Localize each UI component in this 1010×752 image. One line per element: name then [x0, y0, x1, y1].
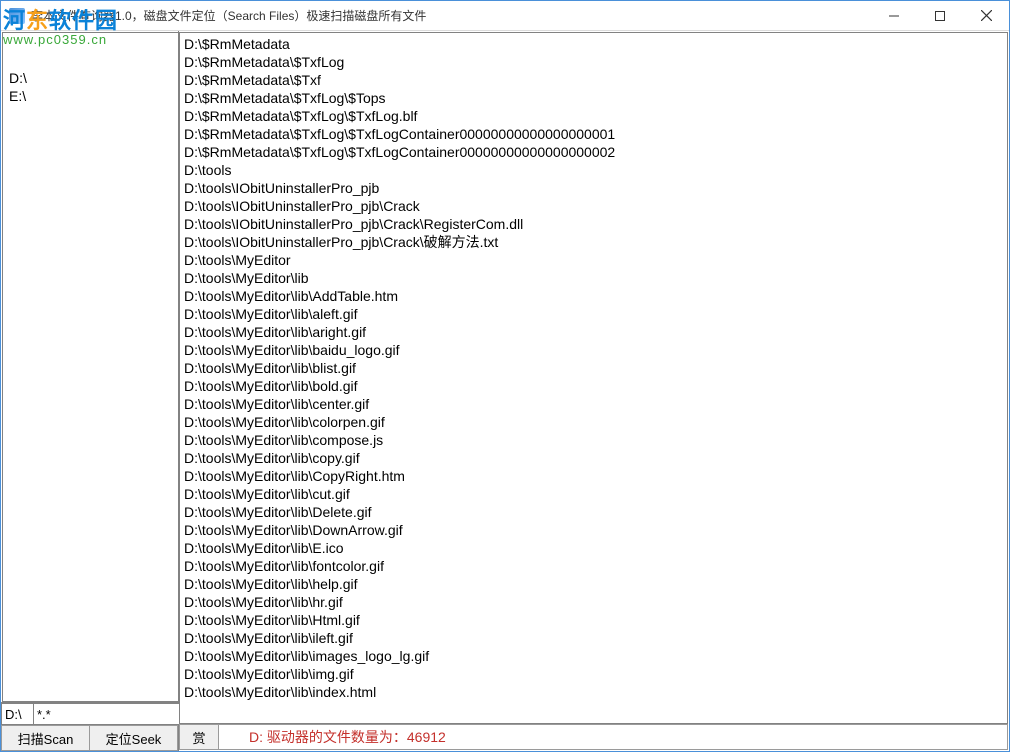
file-item[interactable]: D:\tools\IObitUninstallerPro_pjb\Crack\破…	[184, 233, 1003, 251]
file-item[interactable]: D:\$RmMetadata\$Txf	[184, 71, 1003, 89]
file-item[interactable]: D:\tools\MyEditor\lib\center.gif	[184, 395, 1003, 413]
minimize-button[interactable]	[871, 1, 917, 30]
titlebar: 李本文件查询器1.0，磁盘文件定位（Search Files）极速扫描磁盘所有文…	[1, 1, 1009, 31]
file-item[interactable]: D:\tools\IObitUninstallerPro_pjb\Crack	[184, 197, 1003, 215]
file-item[interactable]: D:\tools\MyEditor\lib\bold.gif	[184, 377, 1003, 395]
seek-button[interactable]: 定位Seek	[89, 725, 178, 751]
path-pattern-row	[1, 702, 178, 725]
file-item[interactable]: D:\$RmMetadata\$TxfLog\$Tops	[184, 89, 1003, 107]
file-list[interactable]: D:\$RmMetadataD:\$RmMetadata\$TxfLogD:\$…	[179, 32, 1008, 724]
bottom-bar: 赏 D: 驱动器的文件数量为：46912	[179, 724, 1008, 750]
window-title: 李本文件查询器1.0，磁盘文件定位（Search Files）极速扫描磁盘所有文…	[31, 7, 871, 24]
file-item[interactable]: D:\tools\MyEditor\lib\img.gif	[184, 665, 1003, 683]
left-panel: D:\E:\ 扫描Scan 定位Seek	[1, 31, 179, 751]
file-item[interactable]: D:\tools\MyEditor\lib\cut.gif	[184, 485, 1003, 503]
file-item[interactable]: D:\tools\MyEditor\lib\fontcolor.gif	[184, 557, 1003, 575]
file-item[interactable]: D:\tools\MyEditor\lib\hr.gif	[184, 593, 1003, 611]
right-panel: D:\$RmMetadataD:\$RmMetadata\$TxfLogD:\$…	[179, 31, 1009, 751]
file-item[interactable]: D:\tools\IObitUninstallerPro_pjb\Crack\R…	[184, 215, 1003, 233]
file-item[interactable]: D:\tools\MyEditor\lib\colorpen.gif	[184, 413, 1003, 431]
main-body: D:\E:\ 扫描Scan 定位Seek D:\$RmMetadataD:\$R…	[1, 31, 1009, 751]
file-item[interactable]: D:\tools\MyEditor\lib	[184, 269, 1003, 287]
file-item[interactable]: D:\tools\MyEditor\lib\images_logo_lg.gif	[184, 647, 1003, 665]
file-item[interactable]: D:\tools\MyEditor\lib\AddTable.htm	[184, 287, 1003, 305]
drive-item[interactable]: E:\	[7, 87, 174, 105]
file-item[interactable]: D:\tools\MyEditor\lib\copy.gif	[184, 449, 1003, 467]
file-item[interactable]: D:\$RmMetadata\$TxfLog\$TxfLogContainer0…	[184, 125, 1003, 143]
window-controls	[871, 1, 1009, 30]
file-item[interactable]: D:\tools\MyEditor\lib\Delete.gif	[184, 503, 1003, 521]
file-item[interactable]: D:\$RmMetadata	[184, 35, 1003, 53]
close-icon	[981, 10, 992, 21]
file-item[interactable]: D:\tools\MyEditor\lib\baidu_logo.gif	[184, 341, 1003, 359]
path-input[interactable]	[1, 703, 33, 725]
maximize-button[interactable]	[917, 1, 963, 30]
left-buttons: 扫描Scan 定位Seek	[1, 725, 178, 751]
file-item[interactable]: D:\$RmMetadata\$TxfLog	[184, 53, 1003, 71]
file-item[interactable]: D:\tools	[184, 161, 1003, 179]
minimize-icon	[889, 11, 899, 21]
file-item[interactable]: D:\tools\MyEditor\lib\index.html	[184, 683, 1003, 701]
file-item[interactable]: D:\tools\MyEditor\lib\DownArrow.gif	[184, 521, 1003, 539]
status-bar: D: 驱动器的文件数量为：46912	[219, 724, 1008, 750]
file-item[interactable]: D:\tools\MyEditor\lib\E.ico	[184, 539, 1003, 557]
file-item[interactable]: D:\tools\MyEditor\lib\blist.gif	[184, 359, 1003, 377]
close-button[interactable]	[963, 1, 1009, 30]
file-item[interactable]: D:\tools\IObitUninstallerPro_pjb	[184, 179, 1003, 197]
file-item[interactable]: D:\tools\MyEditor\lib\compose.js	[184, 431, 1003, 449]
app-window: 李本文件查询器1.0，磁盘文件定位（Search Files）极速扫描磁盘所有文…	[0, 0, 1010, 752]
file-item[interactable]: D:\$RmMetadata\$TxfLog\$TxfLogContainer0…	[184, 143, 1003, 161]
file-item[interactable]: D:\tools\MyEditor\lib\ileft.gif	[184, 629, 1003, 647]
drive-list[interactable]: D:\E:\	[2, 32, 178, 702]
reward-button[interactable]: 赏	[179, 724, 219, 750]
maximize-icon	[935, 11, 945, 21]
scan-button[interactable]: 扫描Scan	[1, 725, 89, 751]
file-item[interactable]: D:\tools\MyEditor\lib\aleft.gif	[184, 305, 1003, 323]
file-item[interactable]: D:\$RmMetadata\$TxfLog\$TxfLog.blf	[184, 107, 1003, 125]
file-item[interactable]: D:\tools\MyEditor\lib\Html.gif	[184, 611, 1003, 629]
app-icon	[9, 8, 25, 24]
file-item[interactable]: D:\tools\MyEditor\lib\aright.gif	[184, 323, 1003, 341]
file-item[interactable]: D:\tools\MyEditor	[184, 251, 1003, 269]
drive-item[interactable]: D:\	[7, 69, 174, 87]
file-item[interactable]: D:\tools\MyEditor\lib\CopyRight.htm	[184, 467, 1003, 485]
file-item[interactable]: D:\tools\MyEditor\lib\help.gif	[184, 575, 1003, 593]
